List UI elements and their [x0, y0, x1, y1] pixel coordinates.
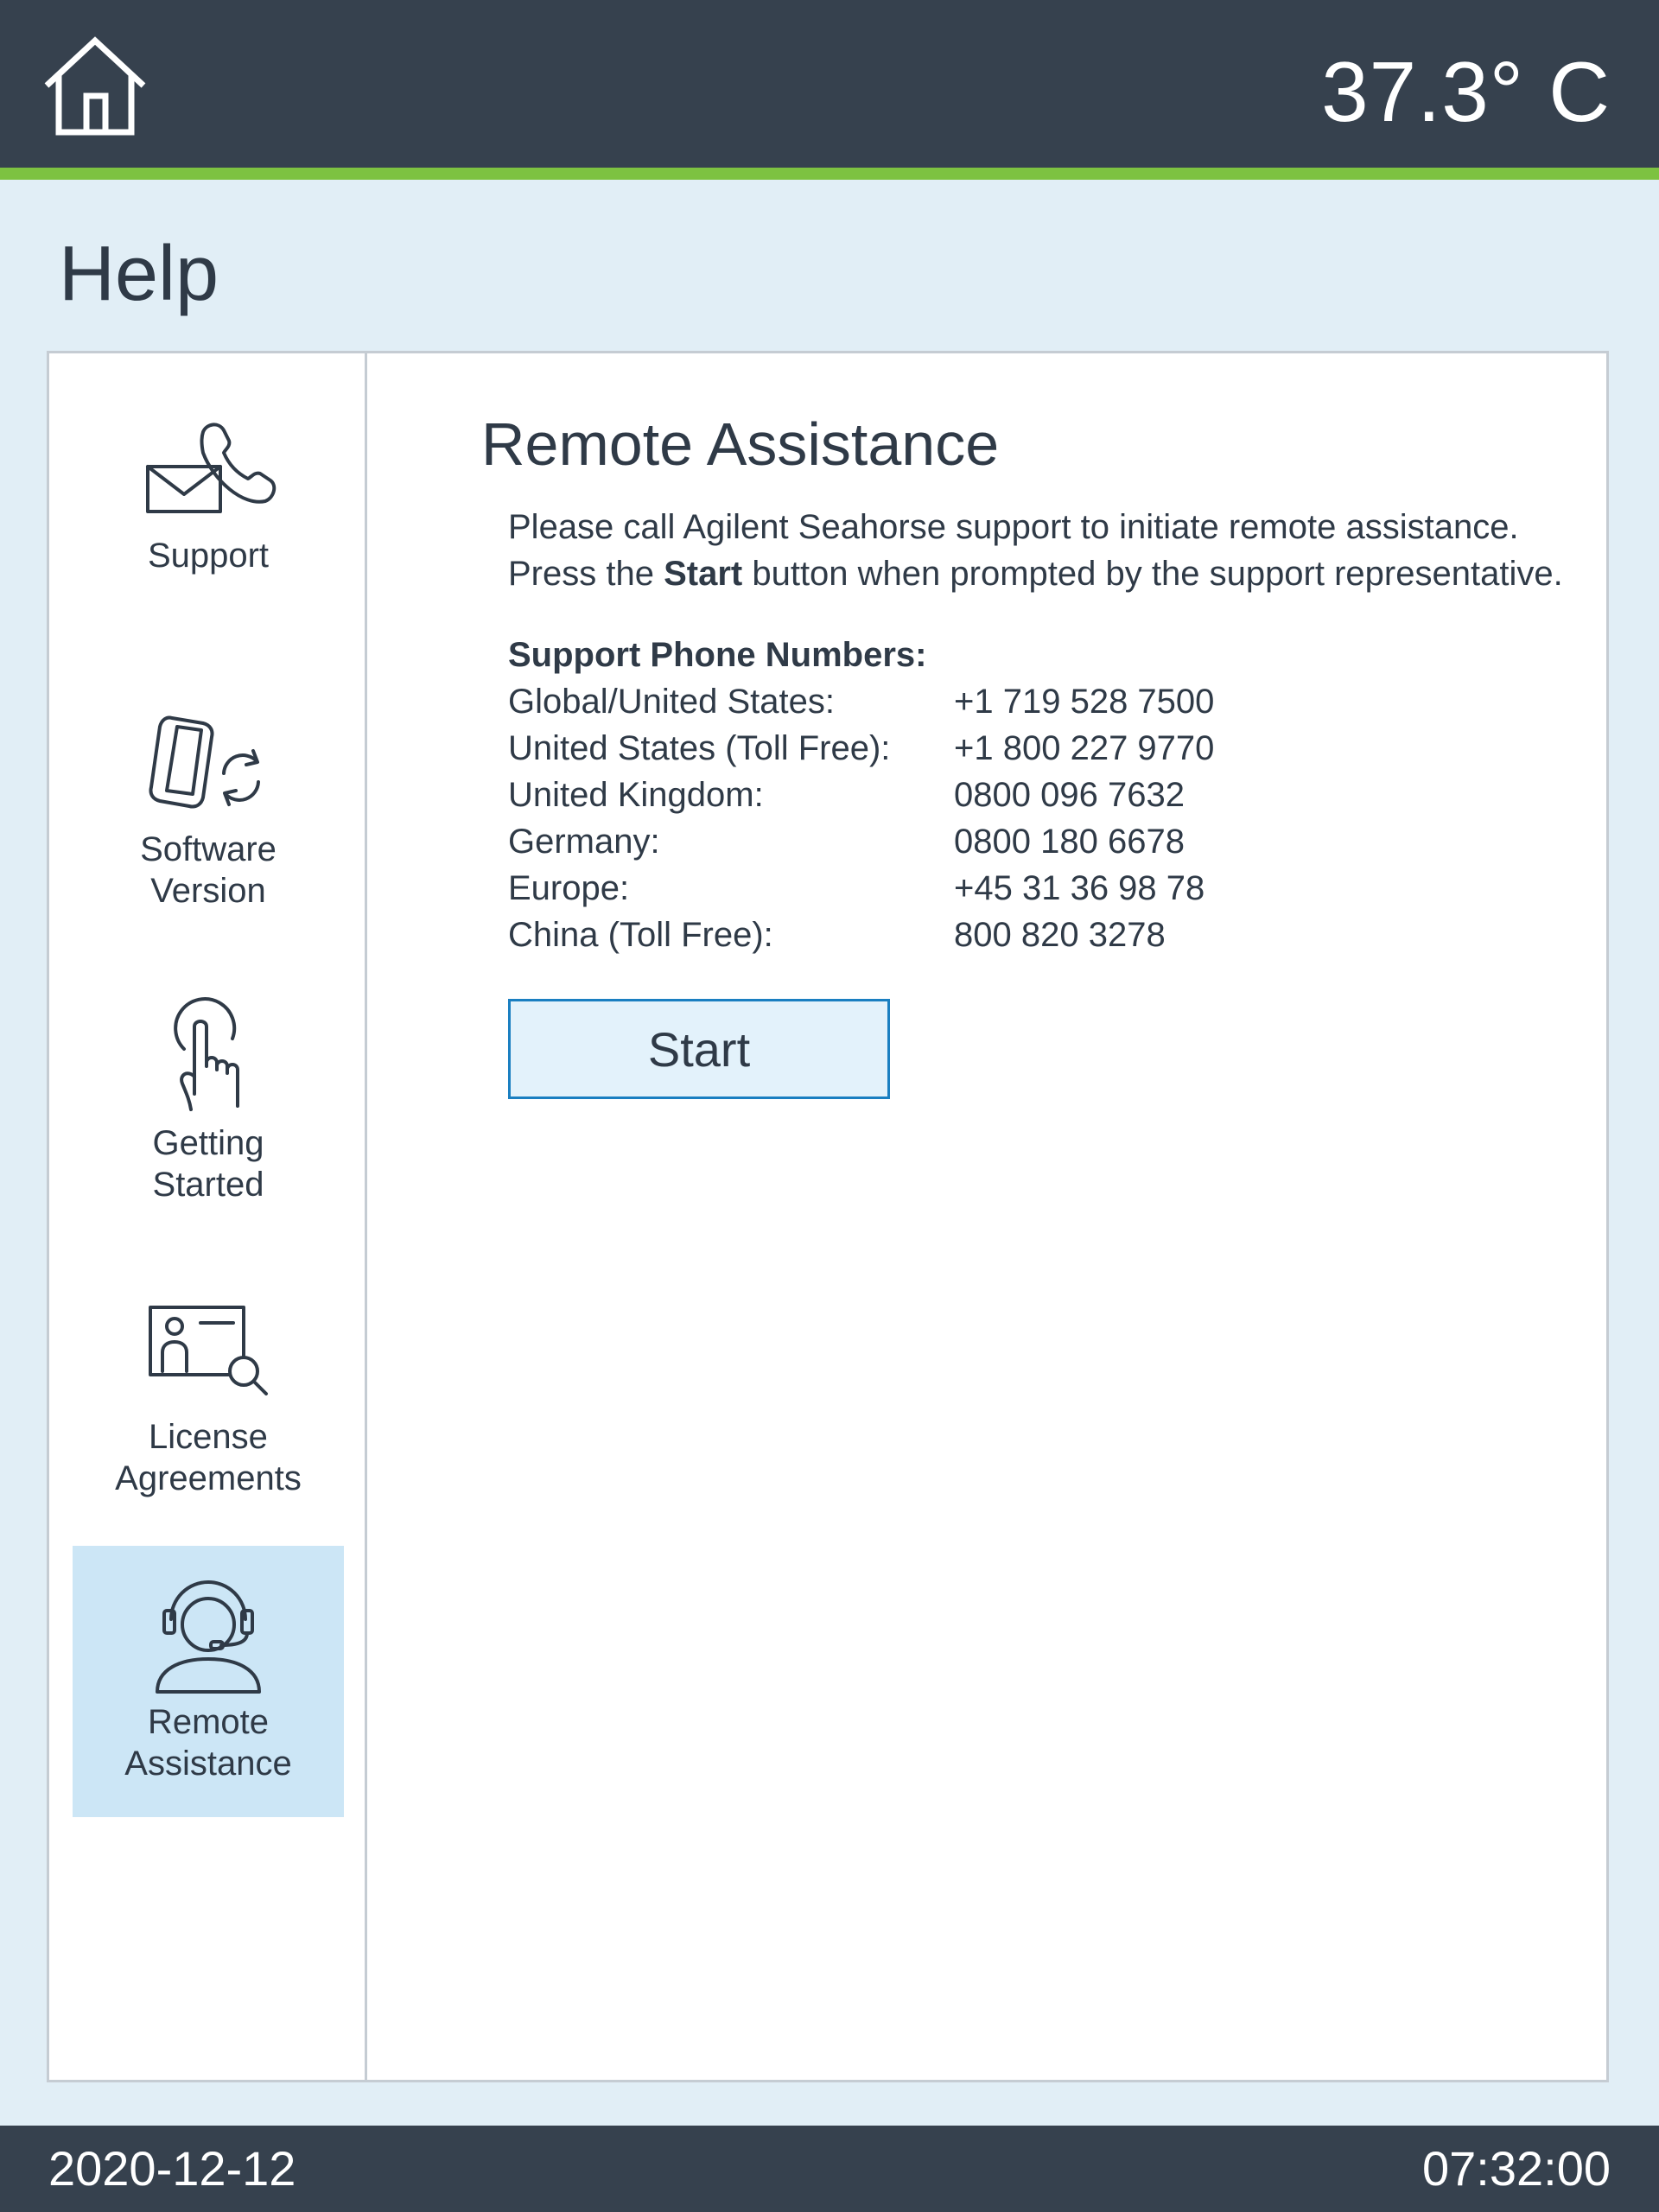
- status-time: 07:32:00: [1422, 2141, 1611, 2196]
- sidebar-item-remote-assistance[interactable]: Remote Assistance: [73, 1546, 344, 1817]
- sidebar-item-license-agreements[interactable]: License Agreements: [73, 1287, 344, 1546]
- start-button[interactable]: Start: [508, 999, 890, 1099]
- help-panel: Support Software Version Getting Started…: [47, 351, 1609, 2082]
- sidebar-item-label: Remote Assistance: [124, 1703, 292, 1783]
- temperature-readout: 37.3° C: [1321, 44, 1611, 139]
- intro-text: Please call Agilent Seahorse support to …: [508, 504, 1588, 597]
- phone-region: China (Toll Free):: [508, 916, 773, 954]
- table-row: United Kingdom: 0800 096 7632: [508, 772, 1214, 818]
- top-bar: 37.3° C: [0, 0, 1659, 180]
- phone-region: Europe:: [508, 869, 630, 907]
- headset-person-icon: [152, 1572, 264, 1701]
- table-row: Germany: 0800 180 6678: [508, 818, 1214, 865]
- sidebar-item-label: Getting Started: [152, 1124, 264, 1204]
- phone-region: Germany:: [508, 823, 660, 861]
- table-row: Global/United States: +1 719 528 7500: [508, 678, 1214, 725]
- intro-line-1: Please call Agilent Seahorse support to …: [508, 508, 1519, 546]
- status-date: 2020-12-12: [48, 2141, 296, 2196]
- touch-hand-icon: [156, 993, 260, 1122]
- sidebar-item-label: Support: [147, 537, 270, 575]
- intro-line-2: Press the Start button when prompted by …: [508, 550, 1588, 597]
- license-icon: [143, 1287, 273, 1416]
- intro-line-2-prefix: Press the: [508, 555, 664, 593]
- sidebar-item-getting-started[interactable]: Getting Started: [73, 993, 344, 1252]
- page-title: Help: [59, 231, 219, 317]
- phone-region: United States (Toll Free):: [508, 729, 891, 767]
- table-row: United States (Toll Free): +1 800 227 97…: [508, 725, 1214, 772]
- sidebar-item-label: Software Version: [140, 830, 276, 910]
- phone-numbers-table: Global/United States: +1 719 528 7500 Un…: [508, 678, 1214, 958]
- home-icon: [44, 36, 146, 136]
- help-sidebar: Support Software Version Getting Started…: [49, 353, 367, 2080]
- home-button[interactable]: [35, 26, 156, 147]
- phone-region: Global/United States:: [508, 683, 835, 721]
- sidebar-item-software-version[interactable]: Software Version: [73, 699, 344, 958]
- sidebar-item-support[interactable]: Support: [73, 405, 344, 664]
- section-title: Remote Assistance: [481, 410, 1000, 478]
- phone-number: +45 31 36 98 78: [954, 869, 1205, 907]
- phone-number: 800 820 3278: [954, 916, 1166, 954]
- intro-line-2-bold: Start: [664, 555, 743, 593]
- support-icon: [139, 405, 277, 535]
- phone-region: United Kingdom:: [508, 776, 764, 814]
- remote-assistance-content: Remote Assistance Please call Agilent Se…: [367, 353, 1606, 2080]
- software-version-icon: [148, 699, 269, 829]
- intro-line-2-suffix: button when prompted by the support repr…: [742, 555, 1563, 593]
- table-row: Europe: +45 31 36 98 78: [508, 865, 1214, 912]
- phone-number: 0800 096 7632: [954, 776, 1185, 814]
- phone-number: 0800 180 6678: [954, 823, 1185, 861]
- header-accent-stripe: [0, 168, 1659, 180]
- phone-number: +1 719 528 7500: [954, 683, 1215, 721]
- sidebar-item-label: License Agreements: [115, 1418, 302, 1497]
- bottom-bar: 2020-12-12 07:32:00: [0, 2126, 1659, 2212]
- phone-numbers-header: Support Phone Numbers:: [508, 636, 927, 674]
- phone-number: +1 800 227 9770: [954, 729, 1215, 767]
- table-row: China (Toll Free): 800 820 3278: [508, 912, 1214, 958]
